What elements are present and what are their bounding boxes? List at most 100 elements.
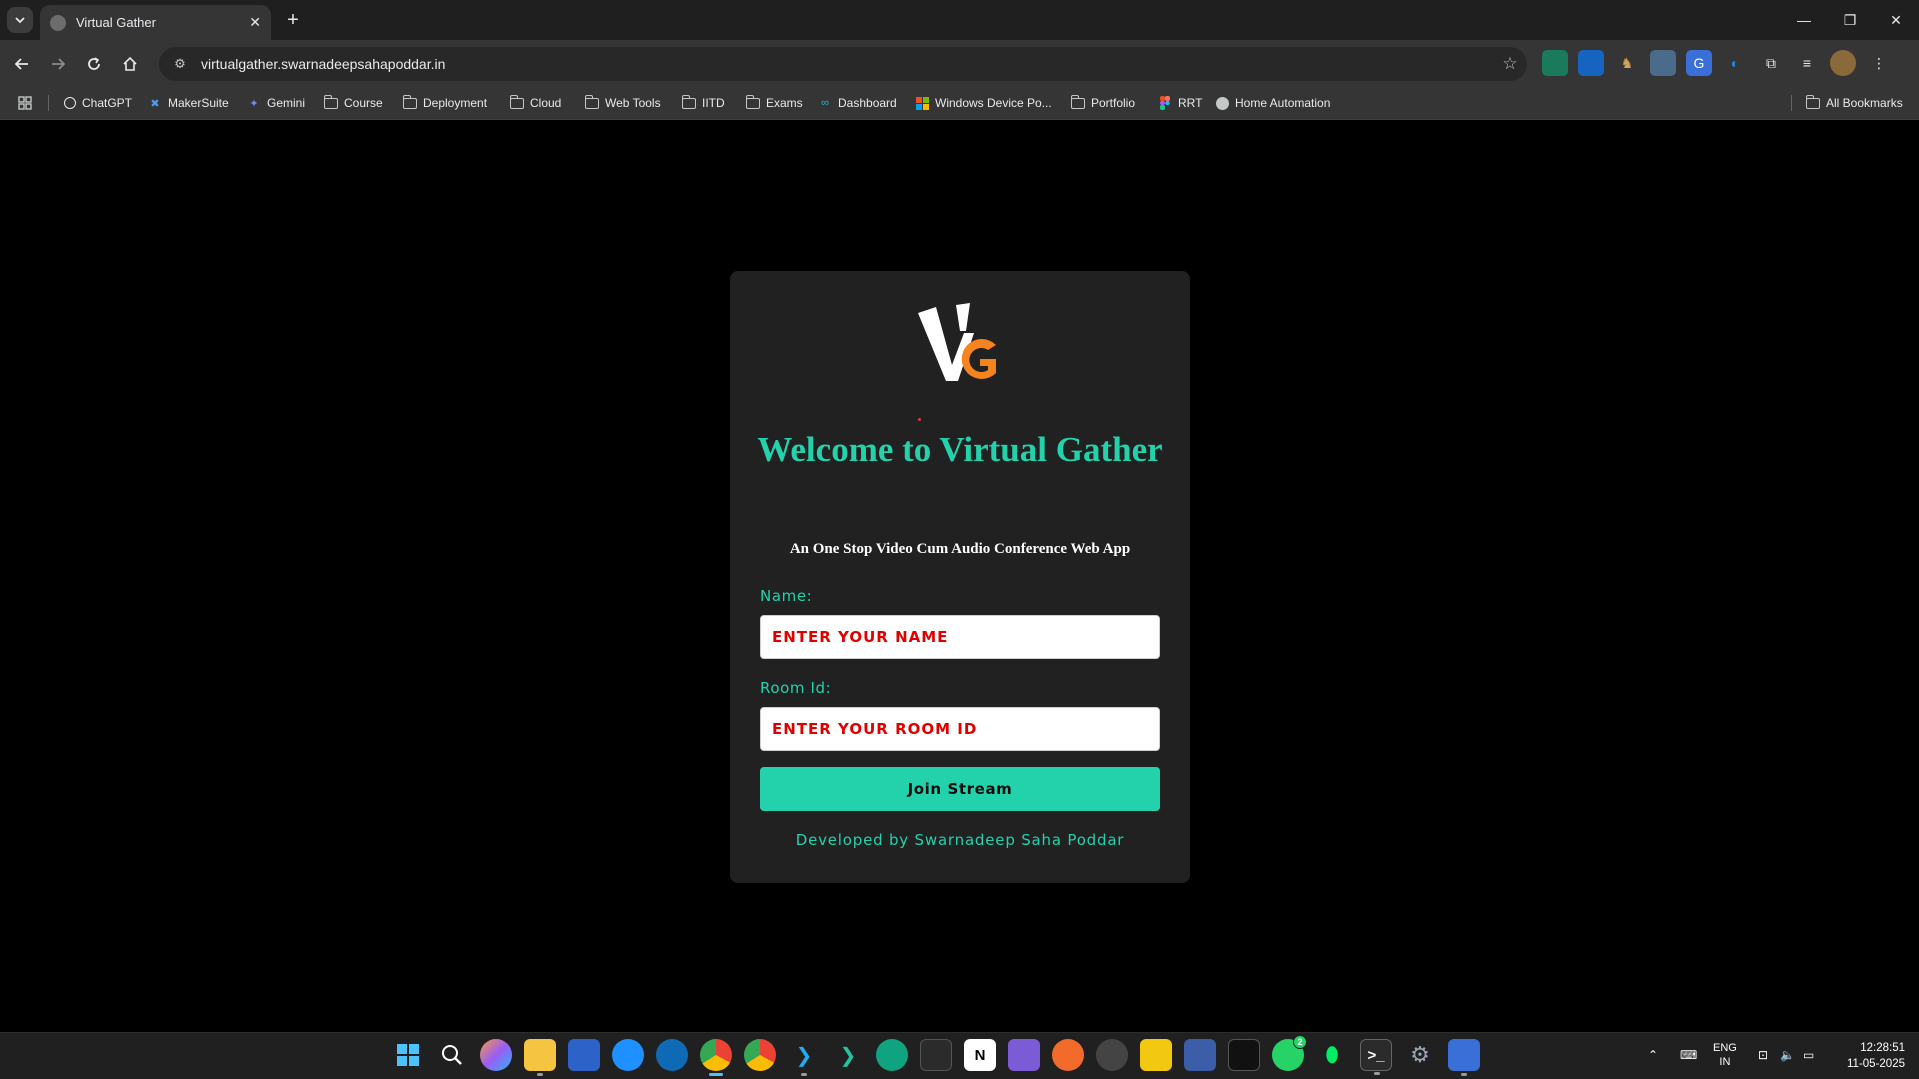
notes-app-icon[interactable]	[1008, 1039, 1040, 1071]
browser-tab[interactable]: Virtual Gather ✕	[40, 5, 271, 40]
bookmark-windows-device-portal[interactable]: Windows Device Po...	[915, 93, 1052, 113]
copilot-icon[interactable]	[480, 1039, 512, 1071]
address-url[interactable]: virtualgather.swarnadeepsahapoddar.in	[201, 56, 1493, 72]
bookmark-exams[interactable]: Exams	[745, 93, 803, 113]
bookmark-deployment[interactable]: Deployment	[402, 93, 487, 113]
taskbar-apps: ❯ ❯ N 2 ⬮ >_ ⚙	[392, 1035, 1480, 1076]
folder-icon	[681, 94, 696, 109]
bookmarks-separator	[1791, 95, 1792, 111]
windows-logo-icon	[397, 1044, 419, 1066]
forward-button[interactable]	[44, 50, 72, 78]
welcome-heading: Welcome to Virtual Gather	[757, 430, 1163, 469]
postman-icon[interactable]	[1052, 1039, 1084, 1071]
restore-button[interactable]: ❐	[1827, 0, 1873, 40]
close-window-button[interactable]: ✕	[1873, 0, 1919, 40]
power-bi-icon[interactable]	[1140, 1039, 1172, 1071]
translate-icon[interactable]: G	[1686, 50, 1712, 76]
bookmark-portfolio[interactable]: Portfolio	[1070, 93, 1135, 113]
taskbar-clock[interactable]: 12:28:51 11-05-2025	[1847, 1040, 1905, 1072]
back-button[interactable]	[8, 50, 36, 78]
edge-dev-icon[interactable]	[656, 1039, 688, 1071]
bookmark-label: Cloud	[530, 96, 562, 110]
language-indicator[interactable]: ENG IN	[1713, 1038, 1737, 1072]
figma-app-icon[interactable]	[920, 1039, 952, 1071]
bookmark-home-automation[interactable]: Home Automation	[1216, 93, 1330, 113]
avatar[interactable]	[1830, 50, 1856, 76]
store-icon[interactable]	[568, 1039, 600, 1071]
puzzle-icon[interactable]: ⧉	[1758, 50, 1784, 76]
keyboard-icon[interactable]: ⌨	[1680, 1038, 1697, 1072]
obs-icon[interactable]	[1096, 1039, 1128, 1071]
extension-icon-4[interactable]	[1650, 50, 1676, 76]
whatsapp-icon[interactable]: 2	[1272, 1035, 1307, 1071]
close-tab-icon[interactable]: ✕	[249, 14, 261, 31]
volume-icon[interactable]: 🔈	[1780, 1038, 1795, 1072]
tab-search-button[interactable]	[7, 7, 33, 33]
clock-date: 11-05-2025	[1847, 1058, 1905, 1070]
address-bar[interactable]: ⚙ virtualgather.swarnadeepsahapoddar.in …	[159, 47, 1527, 81]
settings-gear-icon[interactable]: ⚙	[1404, 1039, 1436, 1071]
logo-letter-v: V	[916, 303, 917, 304]
bookmark-star-icon[interactable]: ☆	[1493, 54, 1527, 74]
mongodb-icon[interactable]: ⬮	[1316, 1039, 1348, 1071]
python-icon[interactable]	[1448, 1039, 1480, 1076]
bookmark-label: MakerSuite	[168, 96, 229, 110]
extension-icon-3[interactable]: ♞	[1614, 50, 1640, 76]
bookmark-web-tools[interactable]: Web Tools	[584, 93, 661, 113]
battery-icon[interactable]: ▭	[1803, 1038, 1814, 1072]
folder-icon	[584, 94, 599, 109]
remote-desktop-icon[interactable]	[1184, 1039, 1216, 1071]
chrome-icon[interactable]	[700, 1039, 732, 1076]
gemini-icon: ✦	[249, 97, 259, 110]
arrow-right-icon	[52, 58, 66, 70]
bookmark-course[interactable]: Course	[323, 93, 383, 113]
globe-icon	[50, 14, 66, 31]
bookmark-dashboard[interactable]: ∞ Dashboard	[818, 93, 897, 113]
dashboard-icon: ∞	[821, 97, 829, 109]
bookmark-label: Windows Device Po...	[935, 96, 1052, 110]
vscode-insiders-icon[interactable]: ❯	[832, 1039, 864, 1071]
network-icon[interactable]: ⊡	[1758, 1038, 1768, 1072]
bookmarks-separator	[48, 95, 49, 111]
site-info-icon[interactable]: ⚙	[165, 56, 195, 72]
bookmark-rrt[interactable]: RRT	[1158, 93, 1202, 113]
bookmark-label: ChatGPT	[82, 96, 133, 110]
new-tab-button[interactable]: +	[281, 8, 305, 32]
home-button[interactable]	[116, 50, 144, 78]
file-explorer-icon[interactable]	[524, 1039, 556, 1076]
capcut-icon[interactable]	[1228, 1039, 1260, 1071]
extension-icon-2[interactable]	[1578, 50, 1604, 76]
language-code: ENG	[1713, 1042, 1737, 1054]
minimize-button[interactable]: —	[1781, 0, 1827, 40]
bookmark-makersuite[interactable]: ✖ MakerSuite	[148, 93, 229, 113]
chrome-profile-icon[interactable]	[744, 1039, 776, 1071]
kebab-menu-icon[interactable]: ⋮	[1866, 50, 1892, 76]
virtual-gather-logo: V G	[916, 303, 996, 381]
start-button[interactable]	[392, 1039, 424, 1071]
extension-icon-1[interactable]	[1542, 50, 1568, 76]
all-bookmarks-label: All Bookmarks	[1826, 96, 1903, 110]
terminal-icon[interactable]: >_	[1360, 1039, 1392, 1075]
vscode-icon[interactable]: ❯	[788, 1039, 820, 1076]
folder-icon	[402, 94, 417, 109]
bookmark-label: Exams	[766, 96, 803, 110]
bookmark-iitd[interactable]: IITD	[681, 93, 725, 113]
arrow-left-icon	[14, 58, 28, 70]
room-id-label: Room Id:	[760, 679, 832, 697]
search-icon[interactable]	[436, 1039, 468, 1071]
edge-icon[interactable]	[612, 1039, 644, 1071]
bookmark-gemini[interactable]: ✦ Gemini	[247, 93, 305, 113]
notion-icon[interactable]: N	[964, 1039, 996, 1071]
chatgpt-app-icon[interactable]	[876, 1039, 908, 1071]
reading-list-icon[interactable]: ≡	[1794, 50, 1820, 76]
join-stream-button[interactable]: Join Stream	[760, 767, 1160, 811]
room-id-input[interactable]	[760, 707, 1160, 751]
reload-button[interactable]	[80, 50, 108, 78]
tray-overflow-chevron-icon[interactable]: ⌃	[1648, 1038, 1658, 1072]
bookmark-cloud[interactable]: Cloud	[509, 93, 562, 113]
all-bookmarks[interactable]: All Bookmarks	[1805, 93, 1903, 113]
apps-grid-icon[interactable]	[18, 93, 32, 113]
name-input[interactable]	[760, 615, 1160, 659]
extension-icon-6[interactable]: ◐	[1722, 50, 1748, 76]
bookmark-chatgpt[interactable]: ChatGPT	[64, 93, 132, 113]
